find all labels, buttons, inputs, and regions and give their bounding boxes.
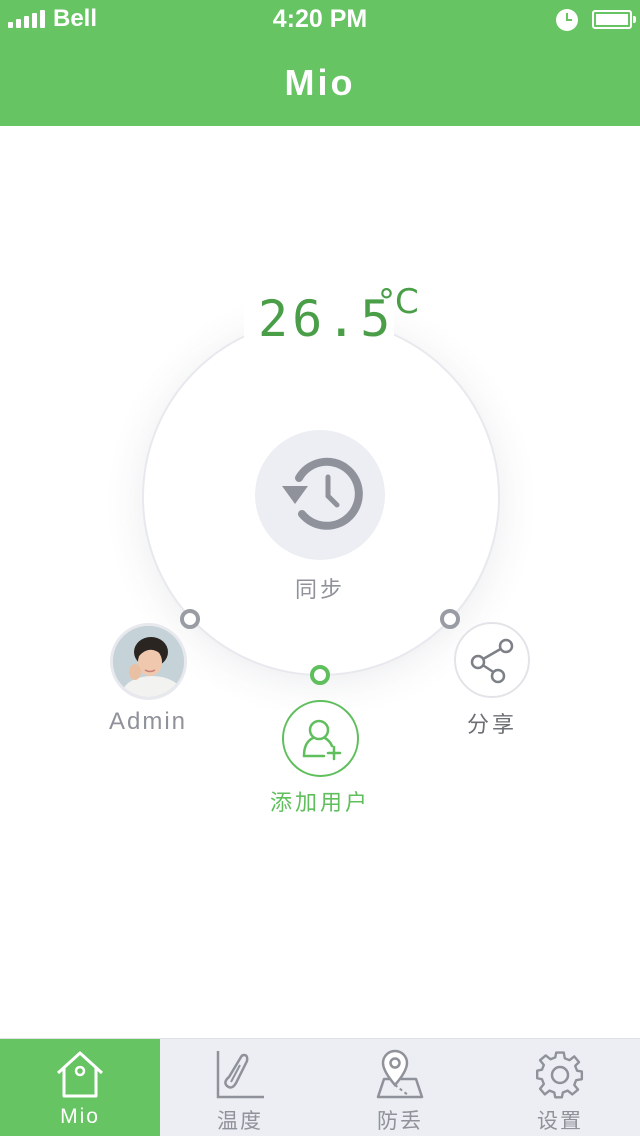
share-label: 分享 xyxy=(466,712,517,737)
tab-anti-lost[interactable]: 防丢 xyxy=(320,1039,480,1136)
alarm-clock-icon xyxy=(556,9,578,31)
tab-temperature-label: 温度 xyxy=(217,1110,263,1133)
thermometer-chart-icon xyxy=(216,1051,264,1099)
add-user-button[interactable] xyxy=(282,700,359,777)
sync-label: 同步 xyxy=(294,577,345,602)
share-icon xyxy=(470,638,514,684)
gear-icon xyxy=(536,1051,584,1099)
tab-mio[interactable]: Mio xyxy=(0,1039,160,1136)
tab-anti-lost-label: 防丢 xyxy=(377,1110,423,1133)
temperature-unit: °C xyxy=(378,282,419,322)
admin-connector-dot xyxy=(180,609,200,629)
add-user-connector-dot xyxy=(310,665,330,685)
status-bar: Bell 4:20 PM xyxy=(0,0,640,40)
status-time: 4:20 PM xyxy=(272,5,368,33)
add-user-label: 添加用户 xyxy=(269,790,370,815)
user-photo xyxy=(113,626,184,697)
tab-temperature[interactable]: 温度 xyxy=(160,1039,320,1136)
map-pin-icon xyxy=(376,1049,424,1099)
tab-settings[interactable]: 设置 xyxy=(480,1039,640,1136)
admin-label: Admin xyxy=(108,708,188,735)
sync-button[interactable] xyxy=(255,430,385,560)
add-user-icon xyxy=(302,719,342,761)
temperature-value: 26.5 xyxy=(258,290,395,348)
tab-bar: Mio 温度 防丢 设置 xyxy=(0,1038,640,1136)
history-clock-icon xyxy=(282,457,363,530)
app-header: Bell 4:20 PM Mio xyxy=(0,0,640,126)
share-button[interactable] xyxy=(454,622,530,698)
page-title: Mio xyxy=(284,62,356,103)
tab-settings-label: 设置 xyxy=(537,1110,583,1133)
home-icon xyxy=(56,1051,104,1098)
tab-mio-label: Mio xyxy=(60,1105,100,1128)
avatar[interactable] xyxy=(110,623,187,700)
battery-icon xyxy=(592,10,636,29)
